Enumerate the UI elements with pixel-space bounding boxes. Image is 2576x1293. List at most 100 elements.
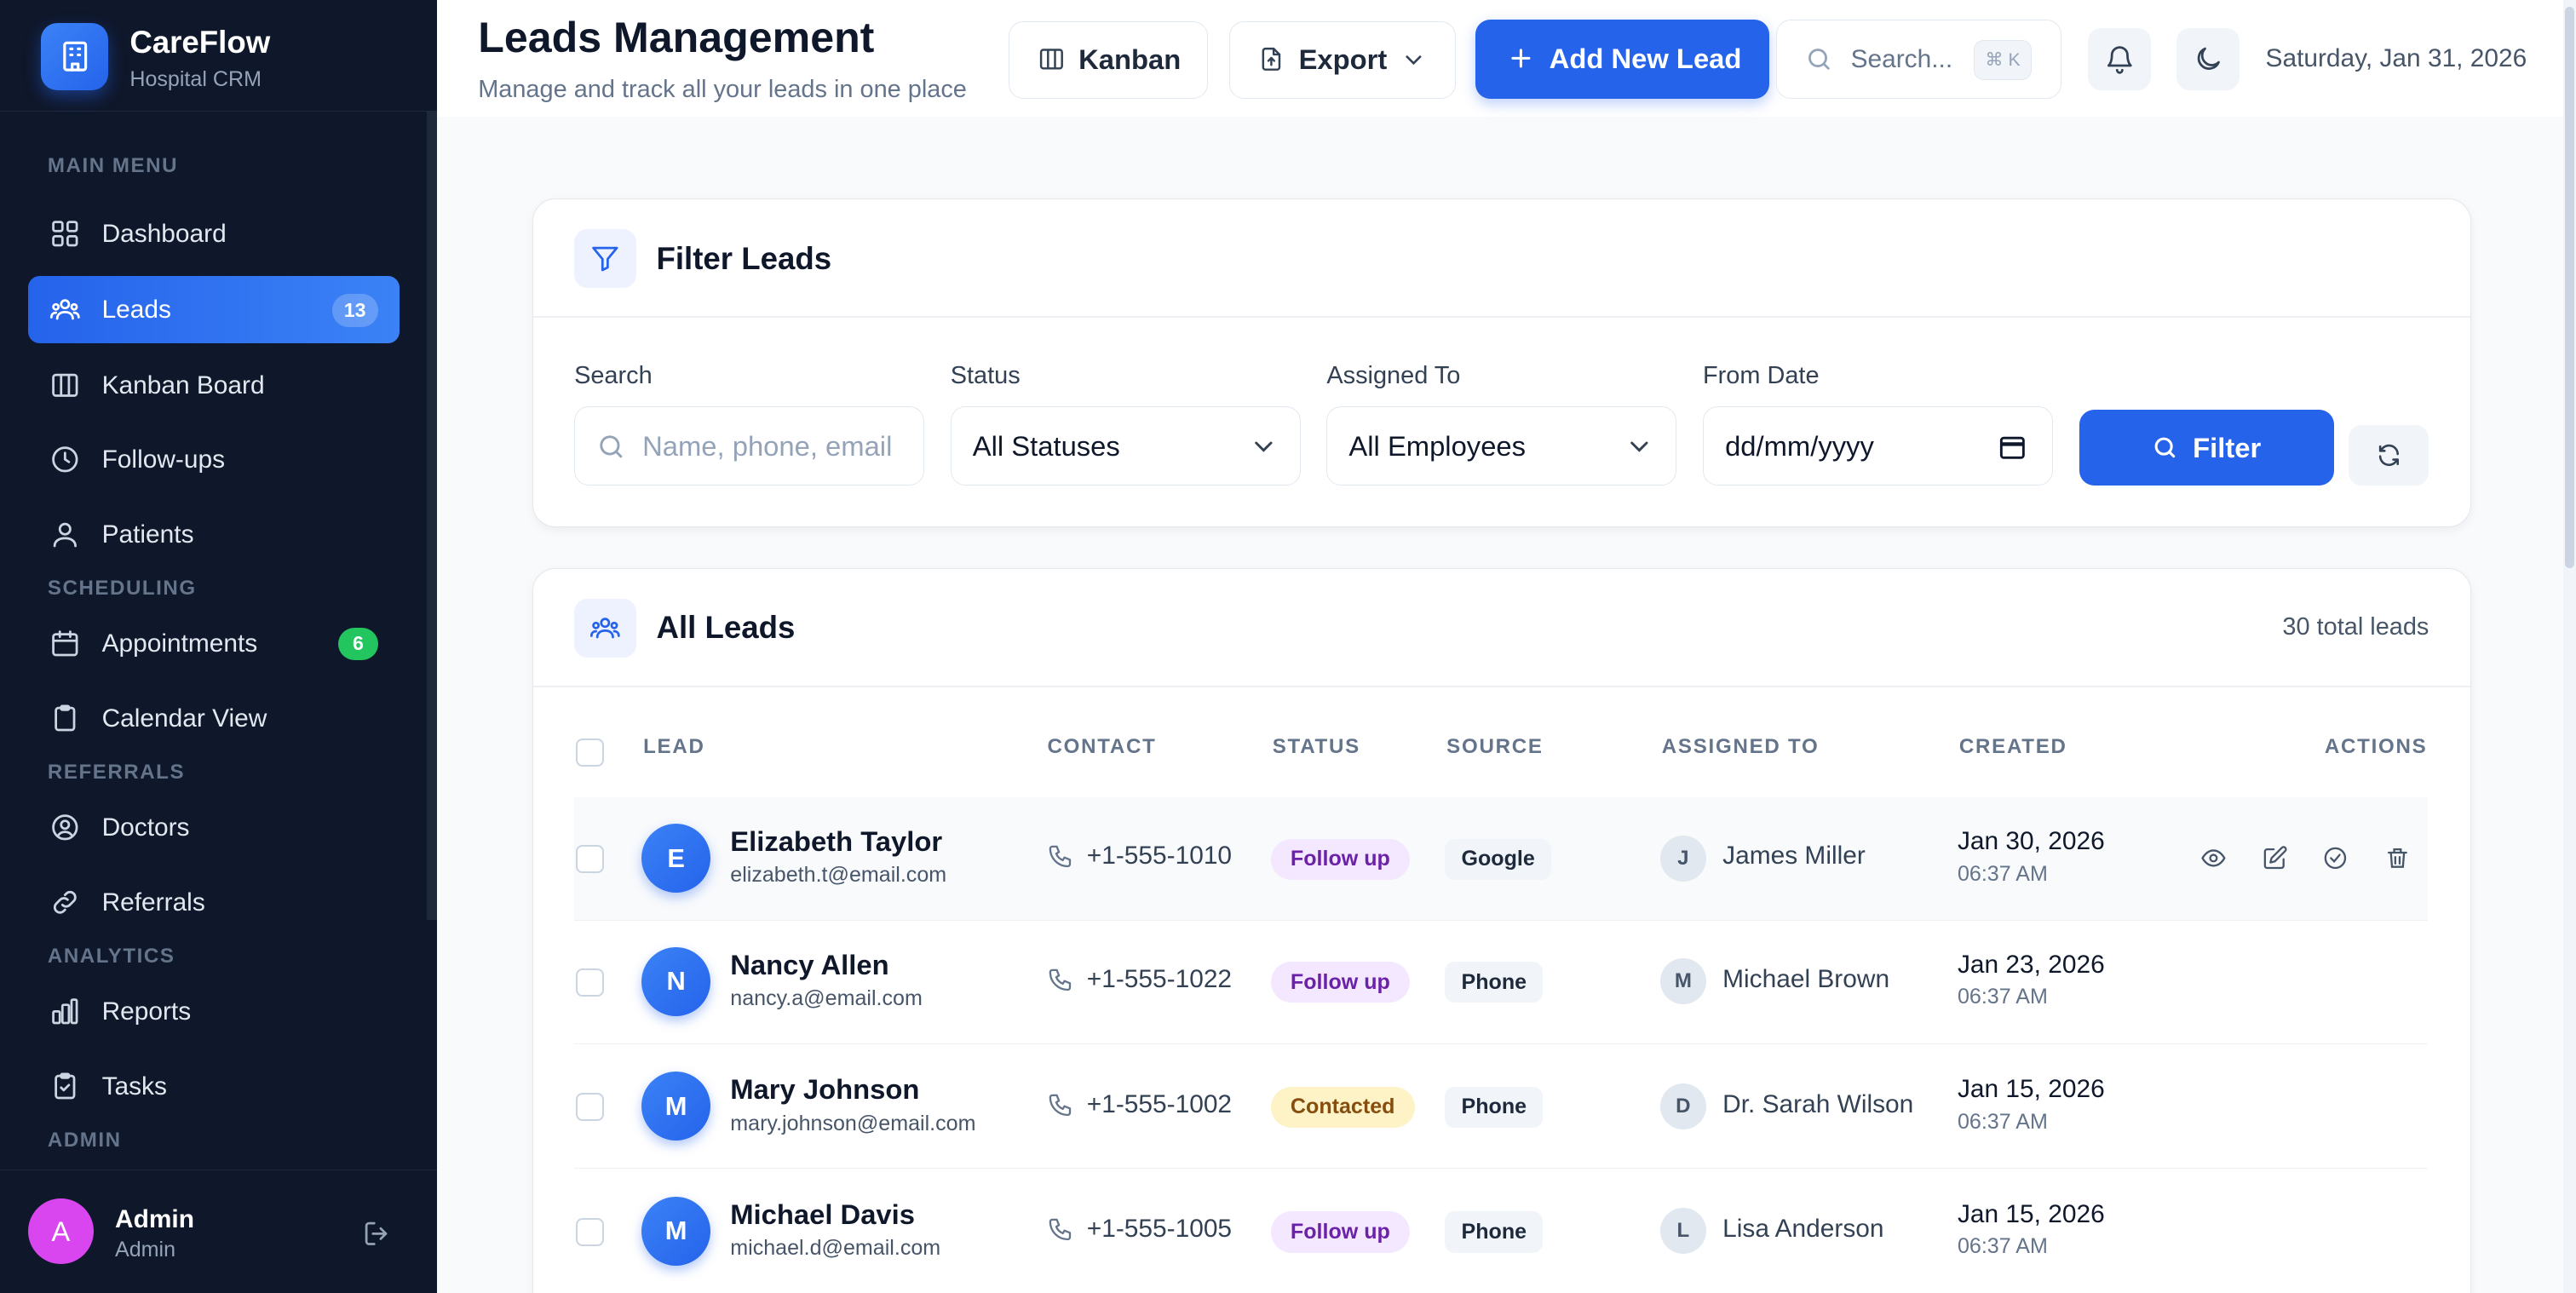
row-checkbox[interactable]: [575, 1093, 604, 1122]
table-row[interactable]: N Nancy Allen nancy.a@email.com +1-555-1…: [574, 921, 2428, 1044]
sidebar-item-label: Patients: [101, 520, 194, 549]
sidebar-item-label: Leads: [101, 296, 171, 325]
status-select-value: All Statuses: [972, 430, 1120, 463]
calendar-icon[interactable]: [1998, 432, 2027, 462]
eye-icon[interactable]: [2200, 845, 2227, 871]
search-icon: [2152, 434, 2178, 461]
sidebar-item-tasks[interactable]: Tasks: [28, 1053, 400, 1120]
row-checkbox[interactable]: [575, 845, 604, 874]
lead-name[interactable]: Nancy Allen: [730, 949, 888, 981]
sidebar-item-patients[interactable]: Patients: [28, 501, 400, 568]
source-badge: Phone: [1445, 1086, 1544, 1128]
lead-email: elizabeth.t@email.com: [730, 863, 947, 888]
kanban-button[interactable]: Kanban: [1009, 21, 1208, 99]
assignee-avatar: J: [1659, 835, 1706, 882]
sidebar-nav: MAIN MENU Dashboard Leads 13 Kanban Boar…: [0, 112, 427, 1169]
lead-avatar: M: [641, 1072, 711, 1141]
divider: [532, 316, 2470, 319]
lead-search-input[interactable]: Name, phone, email: [574, 406, 924, 486]
check-circle-icon[interactable]: [2322, 845, 2349, 871]
brand: CareFlow Hospital CRM: [0, 0, 437, 112]
top-header: Leads Management Manage and track all yo…: [437, 0, 2563, 117]
lead-name[interactable]: Mary Johnson: [730, 1073, 919, 1106]
page-title: Leads Management: [478, 14, 875, 62]
lead-avatar: E: [641, 824, 711, 894]
scrollbar-thumb[interactable]: [2564, 6, 2575, 569]
sidebar-item-doctors[interactable]: Doctors: [28, 794, 400, 861]
source-badge: Phone: [1445, 1211, 1544, 1253]
assigned-to-select[interactable]: All Employees: [1326, 406, 1677, 486]
hospital-icon: [41, 23, 109, 91]
plus-icon: [1507, 44, 1535, 72]
sidebar-item-label: Referrals: [101, 888, 205, 917]
filter-card-title: Filter Leads: [656, 240, 832, 276]
table-row[interactable]: M Michael Davis michael.d@email.com +1-5…: [574, 1170, 2428, 1293]
status-badge: Follow up: [1270, 1211, 1410, 1253]
chevron-down-icon: [1249, 432, 1279, 462]
column-header-actions: ACTIONS: [2324, 735, 2428, 759]
sidebar-item-label: Reports: [101, 997, 192, 1026]
global-search[interactable]: Search... ⌘ K: [1775, 20, 2062, 99]
assignee-name: Dr. Sarah Wilson: [1722, 1089, 1914, 1118]
notifications-button[interactable]: [2088, 27, 2151, 91]
source-badge: Google: [1445, 838, 1552, 880]
edit-icon[interactable]: [2262, 845, 2288, 871]
sidebar-item-reports[interactable]: Reports: [28, 978, 400, 1045]
column-header-source: SOURCE: [1446, 735, 1544, 759]
logout-icon[interactable]: [361, 1218, 393, 1250]
filter-button[interactable]: Filter: [2079, 410, 2334, 486]
lead-email: nancy.a@email.com: [730, 986, 923, 1011]
main-scrollbar[interactable]: [2562, 0, 2576, 1293]
select-all-checkbox[interactable]: [576, 738, 604, 767]
user-profile: A Admin Admin: [0, 1169, 437, 1293]
sidebar-item-kanban-board[interactable]: Kanban Board: [28, 352, 400, 419]
created-time: 06:37 AM: [1957, 1109, 2048, 1134]
avatar[interactable]: A: [27, 1198, 94, 1265]
user-icon: [49, 519, 81, 550]
phone-icon: [1047, 1092, 1073, 1118]
add-new-lead-button[interactable]: Add New Lead: [1475, 20, 1770, 99]
trash-icon[interactable]: [2384, 845, 2411, 871]
row-checkbox[interactable]: [575, 1218, 604, 1246]
leads-count-badge: 13: [331, 294, 378, 327]
moon-icon: [2193, 43, 2224, 75]
chevron-down-icon: [1624, 432, 1654, 462]
status-select[interactable]: All Statuses: [950, 406, 1301, 486]
users-icon: [574, 598, 637, 658]
assignee-name: Lisa Anderson: [1722, 1215, 1884, 1244]
sidebar-item-referrals[interactable]: Referrals: [28, 869, 400, 936]
clipboard-check-icon: [49, 1071, 81, 1102]
sidebar-item-follow-ups[interactable]: Follow-ups: [28, 426, 400, 493]
search-icon: [596, 432, 626, 462]
sidebar-item-appointments[interactable]: Appointments 6: [28, 610, 400, 677]
brand-subtitle: Hospital CRM: [129, 67, 262, 92]
global-search-placeholder: Search...: [1850, 45, 1953, 74]
search-icon: [1805, 45, 1833, 73]
sidebar-scrollbar[interactable]: [427, 112, 437, 920]
kanban-button-label: Kanban: [1078, 43, 1182, 76]
sidebar-item-dashboard[interactable]: Dashboard: [28, 200, 400, 267]
export-button[interactable]: Export: [1228, 21, 1456, 99]
created-time: 06:37 AM: [1957, 1234, 2048, 1259]
sidebar-item-calendar-view[interactable]: Calendar View: [28, 685, 400, 752]
sidebar-item-label: Appointments: [101, 629, 258, 658]
theme-toggle-button[interactable]: [2176, 27, 2240, 91]
section-admin: ADMIN: [47, 1128, 122, 1152]
page-subtitle: Manage and track all your leads in one p…: [478, 75, 967, 103]
table-row[interactable]: M Mary Johnson mary.johnson@email.com +1…: [574, 1046, 2428, 1169]
reset-filters-button[interactable]: [2348, 424, 2429, 486]
row-checkbox[interactable]: [575, 968, 604, 997]
sidebar-item-leads[interactable]: Leads 13: [27, 276, 400, 344]
column-header-lead: LEAD: [643, 735, 705, 759]
lead-name[interactable]: Elizabeth Taylor: [730, 825, 942, 858]
lead-avatar: N: [641, 946, 711, 1016]
section-main-menu: MAIN MENU: [47, 154, 179, 178]
lead-name[interactable]: Michael Davis: [730, 1198, 915, 1231]
lead-phone: +1-555-1010: [1086, 842, 1233, 871]
table-row[interactable]: E Elizabeth Taylor elizabeth.t@email.com…: [574, 797, 2428, 921]
phone-icon: [1047, 843, 1073, 870]
created-time: 06:37 AM: [1957, 985, 2048, 1009]
from-date-input[interactable]: dd/mm/yyyy: [1703, 406, 2053, 486]
bell-icon: [2104, 43, 2136, 75]
clock-icon: [49, 444, 81, 475]
